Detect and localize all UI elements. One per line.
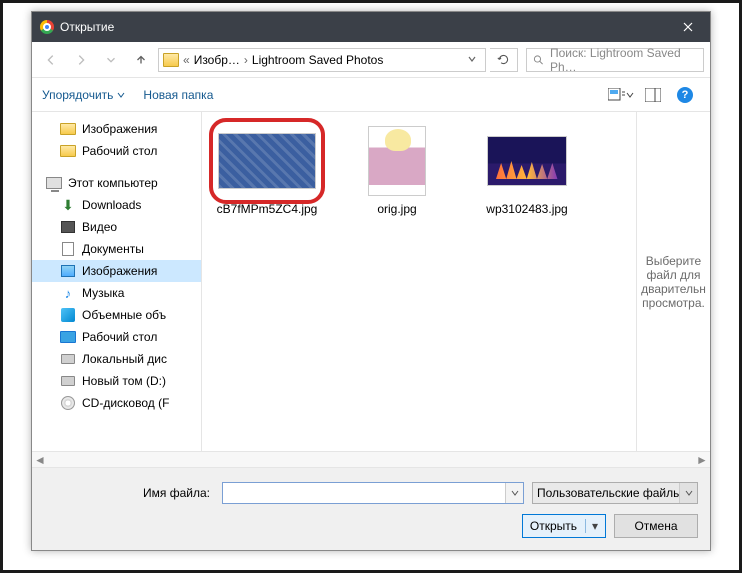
breadcrumb-parent[interactable]: Изобр… bbox=[194, 53, 240, 67]
sidebar-item-documents[interactable]: Документы bbox=[32, 238, 201, 260]
filename-input[interactable] bbox=[222, 482, 524, 504]
sidebar-item-pictures-selected[interactable]: Изображения bbox=[32, 260, 201, 282]
help-icon: ? bbox=[677, 87, 693, 103]
filename-field[interactable] bbox=[223, 483, 505, 503]
scroll-left-icon[interactable]: ◄ bbox=[32, 452, 48, 467]
document-icon bbox=[62, 242, 74, 256]
breadcrumb-current[interactable]: Lightroom Saved Photos bbox=[252, 53, 383, 67]
navigation-bar: « Изобр… › Lightroom Saved Photos Поиск:… bbox=[32, 42, 710, 78]
sidebar-item-desktop[interactable]: Рабочий стол bbox=[32, 140, 201, 162]
file-list[interactable]: cB7fMPm5ZC4.jpg orig.jpg wp3102483.jpg bbox=[202, 112, 636, 451]
search-input[interactable]: Поиск: Lightroom Saved Ph… bbox=[526, 48, 704, 72]
address-bar[interactable]: « Изобр… › Lightroom Saved Photos bbox=[158, 48, 486, 72]
open-split-dropdown[interactable]: ▾ bbox=[585, 519, 598, 533]
chevron-right-icon: › bbox=[244, 53, 248, 67]
desktop-icon bbox=[60, 331, 76, 343]
music-icon: ♪ bbox=[60, 285, 76, 301]
cd-icon bbox=[61, 396, 75, 410]
preview-pane: Выберите файл для дварительн просмотра. bbox=[636, 112, 710, 451]
file-name-label: cB7fMPm5ZC4.jpg bbox=[217, 202, 318, 216]
organize-menu[interactable]: Упорядочить bbox=[42, 88, 125, 102]
bottom-panel: Имя файла: Пользовательские файлы (*.jp … bbox=[32, 467, 710, 550]
sidebar-item-videos[interactable]: Видео bbox=[32, 216, 201, 238]
chevron-down-icon bbox=[117, 91, 125, 99]
thumbnail-icon bbox=[368, 126, 426, 196]
disk-icon bbox=[61, 354, 75, 364]
cube-icon bbox=[61, 308, 75, 322]
up-button[interactable] bbox=[128, 47, 154, 73]
sidebar-item-downloads[interactable]: ⬇Downloads bbox=[32, 194, 201, 216]
help-button[interactable]: ? bbox=[670, 83, 700, 107]
filename-dropdown[interactable] bbox=[505, 483, 523, 503]
chrome-icon bbox=[40, 20, 54, 34]
search-icon bbox=[533, 54, 544, 66]
open-button[interactable]: Открыть ▾ bbox=[522, 514, 606, 538]
cancel-button[interactable]: Отмена bbox=[614, 514, 698, 538]
filename-label: Имя файла: bbox=[44, 486, 214, 500]
new-folder-button[interactable]: Новая папка bbox=[143, 88, 213, 102]
sidebar-item-pictures[interactable]: Изображения bbox=[32, 118, 201, 140]
horizontal-scrollbar[interactable]: ◄ ► bbox=[32, 451, 710, 467]
disk-icon bbox=[61, 376, 75, 386]
preview-pane-toggle[interactable] bbox=[638, 83, 668, 107]
search-placeholder: Поиск: Lightroom Saved Ph… bbox=[550, 46, 697, 74]
sidebar-item-this-pc[interactable]: Этот компьютер bbox=[32, 172, 201, 194]
video-icon bbox=[61, 221, 75, 233]
close-button[interactable] bbox=[666, 12, 710, 42]
sidebar-item-music[interactable]: ♪Музыка bbox=[32, 282, 201, 304]
file-item[interactable]: cB7fMPm5ZC4.jpg bbox=[212, 126, 322, 216]
view-options-button[interactable] bbox=[606, 83, 636, 107]
sidebar: Изображения Рабочий стол Этот компьютер … bbox=[32, 112, 202, 451]
sidebar-item-local-disk[interactable]: Локальный дис bbox=[32, 348, 201, 370]
picture-icon bbox=[61, 265, 75, 277]
file-item[interactable]: orig.jpg bbox=[342, 126, 452, 216]
file-name-label: orig.jpg bbox=[377, 202, 416, 216]
filetype-dropdown[interactable] bbox=[679, 483, 697, 503]
folder-icon bbox=[60, 123, 76, 135]
sidebar-item-3d-objects[interactable]: Объемные объ bbox=[32, 304, 201, 326]
scroll-right-icon[interactable]: ► bbox=[694, 452, 710, 467]
sidebar-item-desktop2[interactable]: Рабочий стол bbox=[32, 326, 201, 348]
file-name-label: wp3102483.jpg bbox=[486, 202, 567, 216]
recent-dropdown[interactable] bbox=[98, 47, 124, 73]
back-button[interactable] bbox=[38, 47, 64, 73]
address-dropdown[interactable] bbox=[463, 53, 481, 67]
toolbar: Упорядочить Новая папка ? bbox=[32, 78, 710, 112]
filetype-combo[interactable]: Пользовательские файлы (*.jp bbox=[532, 482, 698, 504]
chevron-down-icon bbox=[626, 91, 634, 99]
pc-icon bbox=[46, 177, 62, 189]
titlebar: Открытие bbox=[32, 12, 710, 42]
refresh-button[interactable] bbox=[490, 48, 518, 72]
thumbnail-icon bbox=[218, 133, 316, 189]
download-icon: ⬇ bbox=[60, 197, 76, 213]
folder-icon bbox=[60, 145, 76, 157]
chevron-icon: « bbox=[183, 53, 190, 67]
sidebar-item-volume-d[interactable]: Новый том (D:) bbox=[32, 370, 201, 392]
folder-icon bbox=[163, 53, 179, 67]
sidebar-item-cd-drive[interactable]: CD-дисковод (F bbox=[32, 392, 201, 414]
window-title: Открытие bbox=[60, 20, 666, 34]
file-item[interactable]: wp3102483.jpg bbox=[472, 126, 582, 216]
thumbnail-icon bbox=[487, 136, 567, 186]
forward-button[interactable] bbox=[68, 47, 94, 73]
